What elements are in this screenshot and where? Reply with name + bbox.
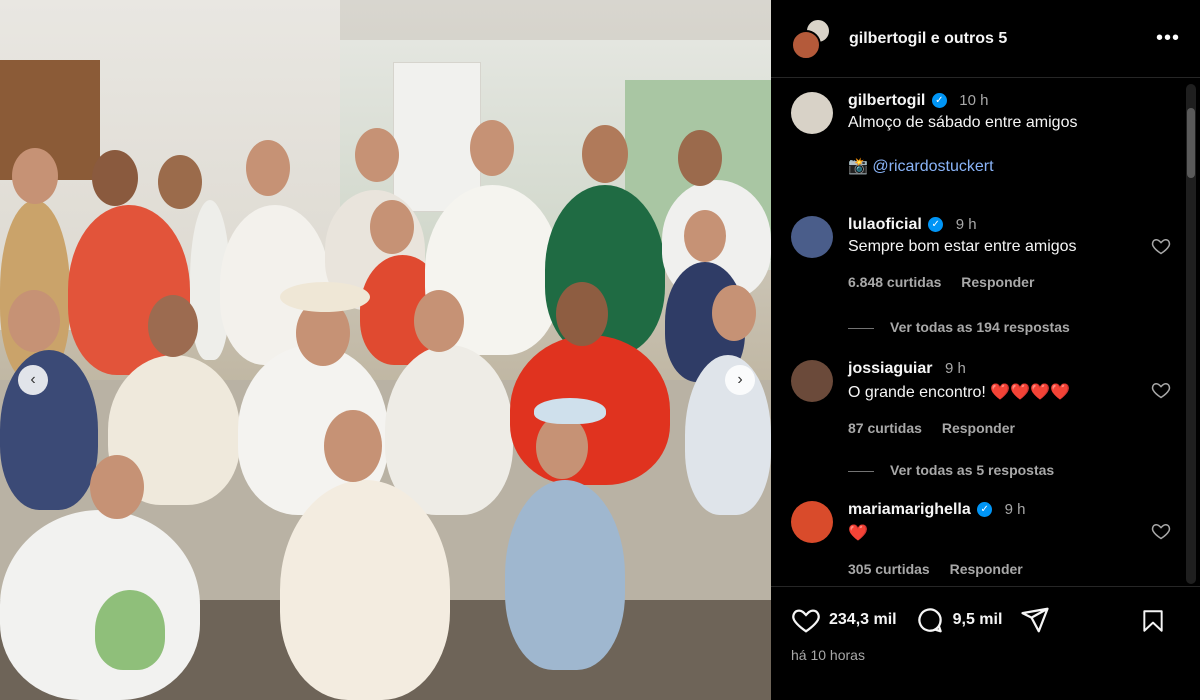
photo-face <box>158 155 202 209</box>
photo-face <box>582 125 628 183</box>
photo-person <box>280 480 450 700</box>
verified-badge-icon: ✓ <box>977 502 993 518</box>
comment-username[interactable]: jossiaguiar <box>848 360 932 377</box>
photo-face <box>678 130 722 186</box>
comment-time[interactable]: 9 h <box>1005 501 1026 518</box>
reply-button[interactable]: Responder <box>950 561 1023 577</box>
comment-likes[interactable]: 87 curtidas <box>848 420 922 436</box>
photo-person <box>95 590 165 670</box>
photo-face <box>324 410 382 482</box>
photo-person <box>505 480 625 670</box>
photo-hat <box>280 282 370 312</box>
comment-text: O grande encontro! ❤️❤️❤️❤️ <box>848 384 1070 401</box>
photo-face <box>536 415 588 479</box>
photo-face <box>148 295 198 357</box>
reply-button[interactable]: Responder <box>942 420 1015 436</box>
collaborators-avatar[interactable] <box>791 17 833 60</box>
photo-person <box>0 350 98 510</box>
more-options-icon[interactable]: ••• <box>1156 27 1180 50</box>
comment-button[interactable]: 9,5 mil <box>915 605 1003 635</box>
photo-credit: 📸 @ricardostuckert <box>848 156 1148 176</box>
photo-face <box>556 282 608 346</box>
comments-list[interactable]: gilbertogil ✓ 10 h Almoço de sábado entr… <box>771 78 1186 586</box>
scrollbar-thumb[interactable] <box>1187 108 1195 178</box>
comment-time[interactable]: 9 h <box>945 360 966 377</box>
comment-text: ❤️ <box>848 525 868 542</box>
view-replies-label[interactable]: Ver todas as 5 respostas <box>890 462 1054 478</box>
view-replies-button[interactable]: Ver todas as 194 respostas <box>848 319 1070 335</box>
like-count[interactable]: 234,3 mil <box>829 611 897 629</box>
photo-face <box>8 290 60 352</box>
comment-icon <box>917 608 942 633</box>
reply-button[interactable]: Responder <box>961 274 1034 290</box>
verified-badge-icon: ✓ <box>928 217 944 233</box>
like-comment-heart-icon[interactable] <box>1151 236 1171 256</box>
like-comment-heart-icon[interactable] <box>1151 521 1171 541</box>
replies-divider <box>848 327 874 329</box>
photo-face <box>370 200 414 254</box>
camera-icon: 📸 <box>848 158 868 175</box>
post-sidebar: gilbertogil e outros 5 ••• gilbertogil ✓… <box>771 0 1200 700</box>
post-header: gilbertogil e outros 5 ••• <box>771 0 1200 78</box>
photo-person <box>0 510 200 700</box>
photo-face <box>470 120 514 176</box>
comment-count[interactable]: 9,5 mil <box>953 611 1003 629</box>
like-button[interactable]: 234,3 mil <box>791 605 897 635</box>
avatar <box>791 29 821 60</box>
photo-face <box>12 148 58 204</box>
post-photo[interactable]: ‹ › <box>0 0 771 700</box>
mention-link[interactable]: @ricardostuckert <box>872 158 993 175</box>
save-button[interactable] <box>1140 607 1166 640</box>
photo-face <box>246 140 290 196</box>
author-username[interactable]: gilbertogil <box>849 30 926 47</box>
avatar[interactable] <box>791 216 833 258</box>
photo-face <box>684 210 726 262</box>
comment-time[interactable]: 9 h <box>956 216 977 233</box>
previous-photo-button[interactable]: ‹ <box>18 365 48 395</box>
comment-text: Sempre bom estar entre amigos <box>848 238 1077 255</box>
photo-face <box>355 128 399 182</box>
like-comment-heart-icon[interactable] <box>1151 380 1171 400</box>
photo-face <box>92 150 138 206</box>
avatar[interactable] <box>791 501 833 543</box>
photo-face <box>414 290 464 352</box>
share-button[interactable] <box>1020 605 1050 635</box>
avatar[interactable] <box>791 92 833 134</box>
comment-username[interactable]: lulaoficial <box>848 216 922 233</box>
send-icon <box>1021 607 1050 633</box>
heart-icon <box>792 609 820 633</box>
photo-face <box>712 285 756 341</box>
instagram-post-viewer: ‹ › gilbertogil e outros 5 ••• gilbertog… <box>0 0 1200 700</box>
avatar[interactable] <box>791 360 833 402</box>
comment-time[interactable]: 10 h <box>959 92 988 109</box>
caption-text: Almoço de sábado entre amigos <box>848 114 1078 131</box>
post-actions-bar: 234,3 mil 9,5 mil há 10 horas <box>771 586 1200 700</box>
photo-face <box>90 455 144 519</box>
collaborators-count[interactable]: e outros 5 <box>931 30 1007 47</box>
photo-person <box>385 345 513 515</box>
comment-username[interactable]: gilbertogil <box>848 92 925 109</box>
comment-username[interactable]: mariamarighella <box>848 501 971 518</box>
view-replies-label[interactable]: Ver todas as 194 respostas <box>890 319 1070 335</box>
comment-likes[interactable]: 305 curtidas <box>848 561 930 577</box>
photo-cap <box>534 398 606 424</box>
post-time-ago[interactable]: há 10 horas <box>791 647 865 663</box>
replies-divider <box>848 470 874 472</box>
view-replies-button[interactable]: Ver todas as 5 respostas <box>848 462 1054 478</box>
next-photo-button[interactable]: › <box>725 365 755 395</box>
post-author[interactable]: gilbertogil e outros 5 <box>849 30 1156 48</box>
verified-badge-icon: ✓ <box>931 93 947 109</box>
comment-likes[interactable]: 6.848 curtidas <box>848 274 941 290</box>
bookmark-icon <box>1143 610 1163 632</box>
